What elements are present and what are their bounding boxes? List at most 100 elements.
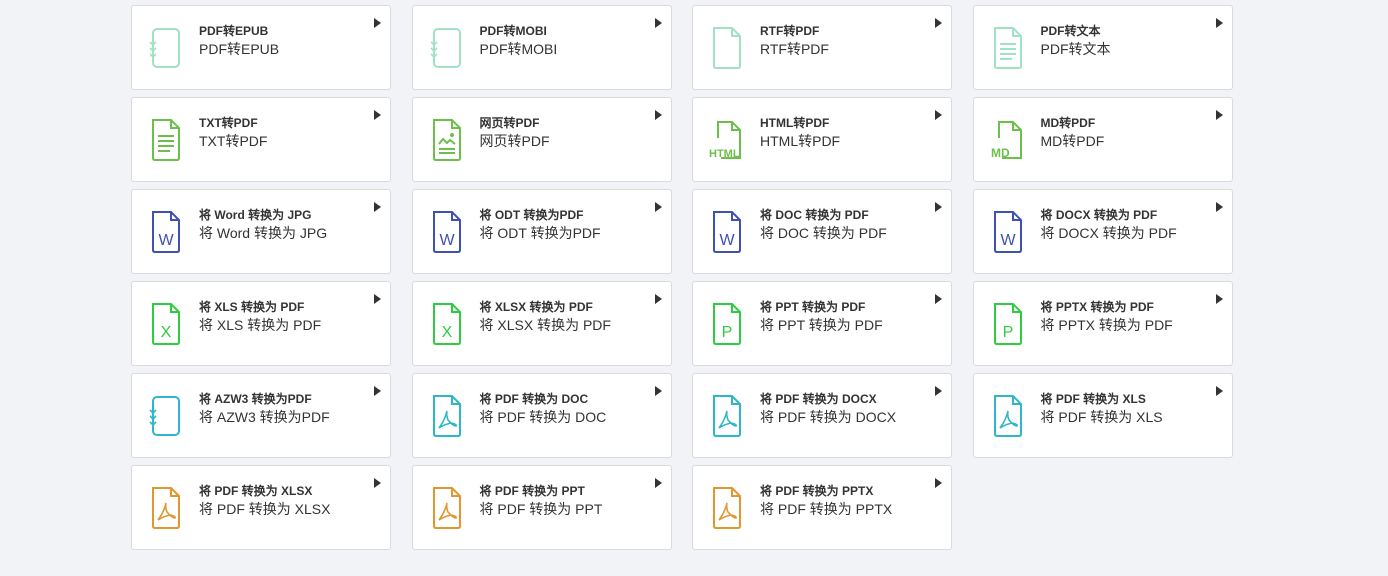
word-file-icon: W bbox=[990, 210, 1026, 254]
card-title: 将 Word 转换为 JPG bbox=[199, 208, 312, 222]
card-title: PDF转EPUB bbox=[199, 24, 269, 38]
card-subtitle: 将 DOCX 转换为 PDF bbox=[1040, 225, 1177, 241]
card-subtitle: RTF转PDF bbox=[760, 41, 829, 57]
caret-right-icon[interactable] bbox=[654, 294, 662, 304]
excel-file-icon: X bbox=[429, 302, 465, 346]
card-title: 将 PDF 转换为 PPTX bbox=[760, 484, 874, 498]
card-title: 将 XLS 转换为 PDF bbox=[199, 300, 305, 314]
card-subtitle: 将 PDF 转换为 XLSX bbox=[199, 501, 331, 517]
card-title: 将 PPTX 转换为 PDF bbox=[1040, 300, 1154, 314]
svg-text:MD: MD bbox=[991, 146, 1010, 160]
word-file-icon: W bbox=[148, 210, 184, 254]
md-file-icon: MD bbox=[990, 118, 1026, 162]
caret-right-icon[interactable] bbox=[374, 202, 381, 212]
caret-right-icon[interactable] bbox=[935, 294, 942, 304]
caret-right-icon[interactable] bbox=[935, 110, 942, 120]
conversion-tool-card[interactable]: 将 AZW3 转换为PDF 将 AZW3 转换为PDF bbox=[131, 373, 391, 458]
caret-right-icon[interactable] bbox=[374, 294, 381, 304]
word-file-icon: W bbox=[429, 210, 465, 254]
caret-right-icon[interactable] bbox=[374, 478, 381, 488]
conversion-tool-card[interactable]: P 将 PPTX 转换为 PDF 将 PPTX 转换为 PDF bbox=[972, 281, 1233, 366]
caret-right-icon[interactable] bbox=[935, 18, 942, 28]
conversion-tool-card[interactable]: HTML HTML转PDF HTML转PDF bbox=[692, 97, 952, 182]
conversion-tools-grid: PDF转EPUB PDF转EPUB PDF转MOBI PDF转MOBI RTF转PDF… bbox=[131, 5, 1233, 550]
blank-file-icon bbox=[709, 26, 745, 70]
conversion-tool-card[interactable]: W 将 DOCX 转换为 PDF 将 DOCX 转换为 PDF bbox=[972, 189, 1233, 274]
pdf-file-icon bbox=[709, 394, 745, 438]
pdf-file-icon bbox=[709, 486, 745, 530]
conversion-tool-card[interactable]: PDF转MOBI PDF转MOBI bbox=[411, 5, 672, 90]
card-title: 将 PPT 转换为 PDF bbox=[760, 300, 866, 314]
card-title: 将 PDF 转换为 XLS bbox=[1040, 392, 1146, 406]
excel-file-icon: X bbox=[148, 302, 184, 346]
powerpoint-file-icon: P bbox=[990, 302, 1026, 346]
card-subtitle: MD转PDF bbox=[1040, 133, 1105, 149]
caret-right-icon[interactable] bbox=[374, 110, 381, 120]
card-title: 将 AZW3 转换为PDF bbox=[199, 392, 312, 406]
card-title: 将 DOC 转换为 PDF bbox=[760, 208, 869, 222]
caret-right-icon[interactable] bbox=[654, 18, 662, 28]
caret-right-icon[interactable] bbox=[935, 202, 942, 212]
card-title: HTML转PDF bbox=[760, 116, 830, 130]
caret-right-icon[interactable] bbox=[935, 386, 942, 396]
svg-text:HTML: HTML bbox=[709, 148, 740, 160]
svg-text:P: P bbox=[722, 324, 733, 341]
conversion-tool-card[interactable]: 网页转PDF 网页转PDF bbox=[411, 97, 672, 182]
conversion-tool-card[interactable]: X 将 XLS 转换为 PDF 将 XLS 转换为 PDF bbox=[131, 281, 391, 366]
card-subtitle: PDF转文本 bbox=[1040, 41, 1111, 57]
caret-right-icon[interactable] bbox=[1215, 202, 1223, 212]
card-title: 将 PDF 转换为 PPT bbox=[479, 484, 585, 498]
conversion-tool-card[interactable]: RTF转PDF RTF转PDF bbox=[692, 5, 952, 90]
caret-right-icon[interactable] bbox=[1215, 386, 1223, 396]
text-file-icon bbox=[148, 118, 184, 162]
svg-text:X: X bbox=[161, 324, 172, 341]
conversion-tool-card[interactable]: W 将 Word 转换为 JPG 将 Word 转换为 JPG bbox=[131, 189, 391, 274]
caret-right-icon[interactable] bbox=[1215, 110, 1223, 120]
card-subtitle: 将 PDF 转换为 DOC bbox=[479, 409, 607, 425]
conversion-tool-card[interactable]: 将 PDF 转换为 DOCX 将 PDF 转换为 DOCX bbox=[692, 373, 952, 458]
conversion-tool-card[interactable]: 将 PDF 转换为 XLS 将 PDF 转换为 XLS bbox=[972, 373, 1233, 458]
pdf-file-icon bbox=[990, 394, 1026, 438]
caret-right-icon[interactable] bbox=[1215, 18, 1223, 28]
svg-text:W: W bbox=[719, 232, 735, 249]
conversion-tool-card[interactable]: PDF转文本 PDF转文本 bbox=[972, 5, 1233, 90]
caret-right-icon[interactable] bbox=[374, 386, 381, 396]
card-subtitle: PDF转EPUB bbox=[199, 41, 280, 57]
caret-right-icon[interactable] bbox=[654, 478, 662, 488]
conversion-tool-card[interactable]: 将 PDF 转换为 PPT 将 PDF 转换为 PPT bbox=[411, 465, 672, 550]
conversion-tool-card[interactable]: X 将 XLSX 转换为 PDF 将 XLSX 转换为 PDF bbox=[411, 281, 672, 366]
card-subtitle: 将 PPTX 转换为 PDF bbox=[1040, 317, 1173, 333]
ebook-icon bbox=[148, 394, 184, 438]
conversion-tool-card[interactable]: TXT转PDF TXT转PDF bbox=[131, 97, 391, 182]
conversion-tool-card[interactable]: P 将 PPT 转换为 PDF 将 PPT 转换为 PDF bbox=[692, 281, 952, 366]
svg-text:W: W bbox=[439, 232, 455, 249]
conversion-tool-card[interactable]: 将 PDF 转换为 PPTX 将 PDF 转换为 PPTX bbox=[692, 465, 952, 550]
card-title: MD转PDF bbox=[1040, 116, 1096, 130]
card-title: 网页转PDF bbox=[479, 116, 540, 130]
caret-right-icon[interactable] bbox=[654, 110, 662, 120]
svg-text:W: W bbox=[1000, 232, 1016, 249]
card-subtitle: 将 PDF 转换为 DOCX bbox=[760, 409, 897, 425]
html-file-icon: HTML bbox=[709, 118, 745, 162]
caret-right-icon[interactable] bbox=[935, 478, 942, 488]
card-subtitle: HTML转PDF bbox=[760, 133, 841, 149]
pdf-file-icon bbox=[429, 394, 465, 438]
card-title: 将 PDF 转换为 DOC bbox=[479, 392, 589, 406]
conversion-tool-card[interactable]: PDF转EPUB PDF转EPUB bbox=[131, 5, 391, 90]
conversion-tool-card[interactable]: W 将 DOC 转换为 PDF 将 DOC 转换为 PDF bbox=[692, 189, 952, 274]
card-subtitle: 网页转PDF bbox=[479, 133, 550, 149]
card-title: TXT转PDF bbox=[199, 116, 258, 130]
conversion-tool-card[interactable]: 将 PDF 转换为 XLSX 将 PDF 转换为 XLSX bbox=[131, 465, 391, 550]
card-subtitle: 将 XLSX 转换为 PDF bbox=[479, 317, 611, 333]
caret-right-icon[interactable] bbox=[1215, 294, 1223, 304]
card-title: PDF转MOBI bbox=[479, 24, 547, 38]
card-title: 将 XLSX 转换为 PDF bbox=[479, 300, 593, 314]
conversion-tool-card[interactable]: 将 PDF 转换为 DOC 将 PDF 转换为 DOC bbox=[411, 373, 672, 458]
conversion-tool-card[interactable]: W 将 ODT 转换为PDF 将 ODT 转换为PDF bbox=[411, 189, 672, 274]
caret-right-icon[interactable] bbox=[374, 18, 381, 28]
card-title: 将 PDF 转换为 XLSX bbox=[199, 484, 313, 498]
webpage-file-icon bbox=[429, 118, 465, 162]
conversion-tool-card[interactable]: MD MD转PDF MD转PDF bbox=[972, 97, 1233, 182]
caret-right-icon[interactable] bbox=[654, 386, 662, 396]
caret-right-icon[interactable] bbox=[654, 202, 662, 212]
